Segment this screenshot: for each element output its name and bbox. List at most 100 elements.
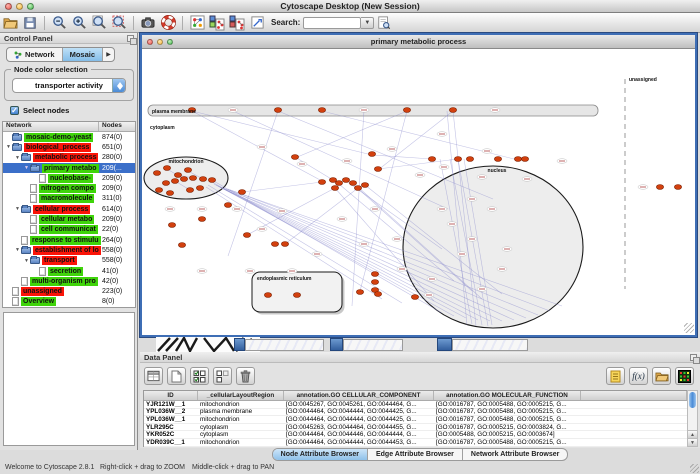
select-attributes-icon[interactable] bbox=[190, 367, 209, 385]
formula-builder-icon[interactable]: f(x) bbox=[629, 367, 648, 385]
network-node[interactable] bbox=[428, 157, 435, 162]
network-node[interactable] bbox=[349, 181, 356, 186]
tree-row[interactable]: macromolecule311(0) bbox=[3, 194, 135, 204]
create-network-icon[interactable] bbox=[207, 14, 227, 32]
view-resize-grip[interactable] bbox=[684, 323, 694, 333]
network-node[interactable] bbox=[403, 108, 410, 113]
save-session-icon[interactable] bbox=[20, 14, 40, 32]
network-node[interactable] bbox=[454, 157, 461, 162]
tree-row[interactable]: cellular metabo209(0) bbox=[3, 214, 135, 224]
background-window-fragment[interactable] bbox=[437, 338, 452, 351]
tab-mosaic[interactable]: Mosaic bbox=[62, 48, 102, 61]
disclosure-triangle-icon[interactable]: ▼ bbox=[23, 165, 30, 171]
network-node[interactable] bbox=[163, 166, 170, 171]
tree-row[interactable]: ▼transport558(0) bbox=[3, 256, 135, 266]
tree-row[interactable]: nitrogen compo209(0) bbox=[3, 183, 135, 193]
network-node[interactable] bbox=[361, 183, 368, 188]
network-node[interactable] bbox=[656, 185, 663, 190]
background-window-fragment[interactable] bbox=[245, 339, 324, 351]
network-canvas[interactable]: plasma membranecytoplasmmitochondrionnuc… bbox=[142, 49, 695, 334]
tree-row[interactable]: Overview8(0) bbox=[3, 297, 135, 307]
network-node[interactable] bbox=[411, 295, 418, 300]
network-node[interactable] bbox=[354, 186, 361, 191]
tree-row[interactable]: response to stimulu264(0) bbox=[3, 235, 135, 245]
network-node[interactable] bbox=[293, 293, 300, 298]
network-node[interactable] bbox=[521, 157, 528, 162]
column-header[interactable]: annotation.GO MOLECULAR_FUNCTION bbox=[434, 391, 581, 400]
tab-edge-attribute-browser[interactable]: Edge Attribute Browser bbox=[367, 449, 462, 460]
delete-attribute-icon[interactable] bbox=[236, 367, 255, 385]
tree-row[interactable]: ▼biological_process651(0) bbox=[3, 142, 135, 152]
tree-row[interactable]: mosaic-demo-yeast874(0) bbox=[3, 132, 135, 142]
network-node[interactable] bbox=[368, 152, 375, 157]
network-node[interactable] bbox=[178, 243, 185, 248]
network-node[interactable] bbox=[168, 223, 175, 228]
open-session-icon[interactable] bbox=[0, 14, 20, 32]
app-resize-grip[interactable] bbox=[690, 464, 699, 473]
tree-column-network[interactable]: Network bbox=[3, 122, 99, 131]
zoom-in-icon[interactable] bbox=[69, 14, 89, 32]
network-node[interactable] bbox=[180, 177, 187, 182]
network-node[interactable] bbox=[374, 167, 381, 172]
network-node[interactable] bbox=[494, 157, 501, 162]
tab-network-attribute-browser[interactable]: Network Attribute Browser bbox=[462, 449, 567, 460]
tree-row[interactable]: secretion41(0) bbox=[3, 266, 135, 276]
search-dropdown-arrow[interactable]: ▼ bbox=[361, 17, 374, 29]
zoom-selected-region-icon[interactable] bbox=[109, 14, 129, 32]
snapshot-camera-icon[interactable] bbox=[138, 14, 158, 32]
tree-row[interactable]: nucleobase-209(0) bbox=[3, 173, 135, 183]
float-panel-icon[interactable] bbox=[127, 35, 134, 42]
scroll-up-icon[interactable]: ▲ bbox=[688, 430, 697, 438]
network-node[interactable] bbox=[281, 242, 288, 247]
network-node[interactable] bbox=[224, 203, 231, 208]
network-node[interactable] bbox=[374, 292, 381, 297]
annotation-icon[interactable] bbox=[247, 14, 267, 32]
node-color-combobox[interactable]: transporter activity bbox=[12, 78, 126, 93]
network-node[interactable] bbox=[198, 217, 205, 222]
network-node[interactable] bbox=[199, 177, 206, 182]
network-node[interactable] bbox=[208, 178, 215, 183]
network-node[interactable] bbox=[271, 242, 278, 247]
tabs-scroll-right-icon[interactable]: ▶ bbox=[102, 48, 114, 61]
network-node[interactable] bbox=[186, 188, 193, 193]
network-node[interactable] bbox=[153, 171, 160, 176]
network-node[interactable] bbox=[342, 178, 349, 183]
tree-column-nodes[interactable]: Nodes bbox=[99, 122, 135, 131]
import-folder-icon[interactable] bbox=[652, 367, 671, 385]
search-input[interactable] bbox=[303, 17, 361, 29]
column-header[interactable]: _cellularLayoutRegion bbox=[198, 391, 284, 400]
search-config-icon[interactable] bbox=[374, 14, 394, 32]
background-window-fragment[interactable] bbox=[234, 338, 245, 351]
table-scrollbar[interactable]: ▲ ▼ bbox=[687, 390, 698, 447]
network-node[interactable] bbox=[155, 188, 162, 193]
table-row[interactable]: YDR039C__1mitochondrion[GO:0044464, GO:0… bbox=[144, 439, 687, 447]
disclosure-triangle-icon[interactable]: ▼ bbox=[14, 206, 21, 212]
network-node[interactable] bbox=[318, 108, 325, 113]
tab-network[interactable]: Network bbox=[7, 48, 62, 61]
network-node[interactable] bbox=[166, 191, 173, 196]
network-node[interactable] bbox=[243, 233, 250, 238]
disclosure-triangle-icon[interactable]: ▼ bbox=[14, 247, 21, 253]
help-lifering-icon[interactable] bbox=[158, 14, 178, 32]
network-node[interactable] bbox=[264, 293, 271, 298]
network-node[interactable] bbox=[238, 190, 245, 195]
destroy-network-icon[interactable] bbox=[227, 14, 247, 32]
network-node[interactable] bbox=[189, 176, 196, 181]
column-header[interactable]: ID bbox=[144, 391, 198, 400]
import-list-icon[interactable] bbox=[606, 367, 625, 385]
network-node[interactable] bbox=[449, 108, 456, 113]
network-node[interactable] bbox=[356, 290, 363, 295]
network-node[interactable] bbox=[466, 157, 473, 162]
background-window-fragment[interactable] bbox=[330, 338, 343, 351]
tree-row[interactable]: ▼metabolic process280(0) bbox=[3, 153, 135, 163]
zoom-fit-icon[interactable] bbox=[89, 14, 109, 32]
new-attribute-icon[interactable] bbox=[167, 367, 186, 385]
scrollbar-thumb[interactable] bbox=[689, 392, 696, 408]
network-node[interactable] bbox=[674, 185, 681, 190]
tree-row[interactable]: ▼establishment of lo558(0) bbox=[3, 245, 135, 255]
disclosure-triangle-icon[interactable]: ▼ bbox=[14, 155, 21, 161]
disclosure-triangle-icon[interactable]: ▼ bbox=[5, 144, 12, 150]
matrix-icon[interactable] bbox=[675, 367, 694, 385]
network-node[interactable] bbox=[335, 181, 342, 186]
background-window-fragment[interactable] bbox=[452, 339, 528, 351]
